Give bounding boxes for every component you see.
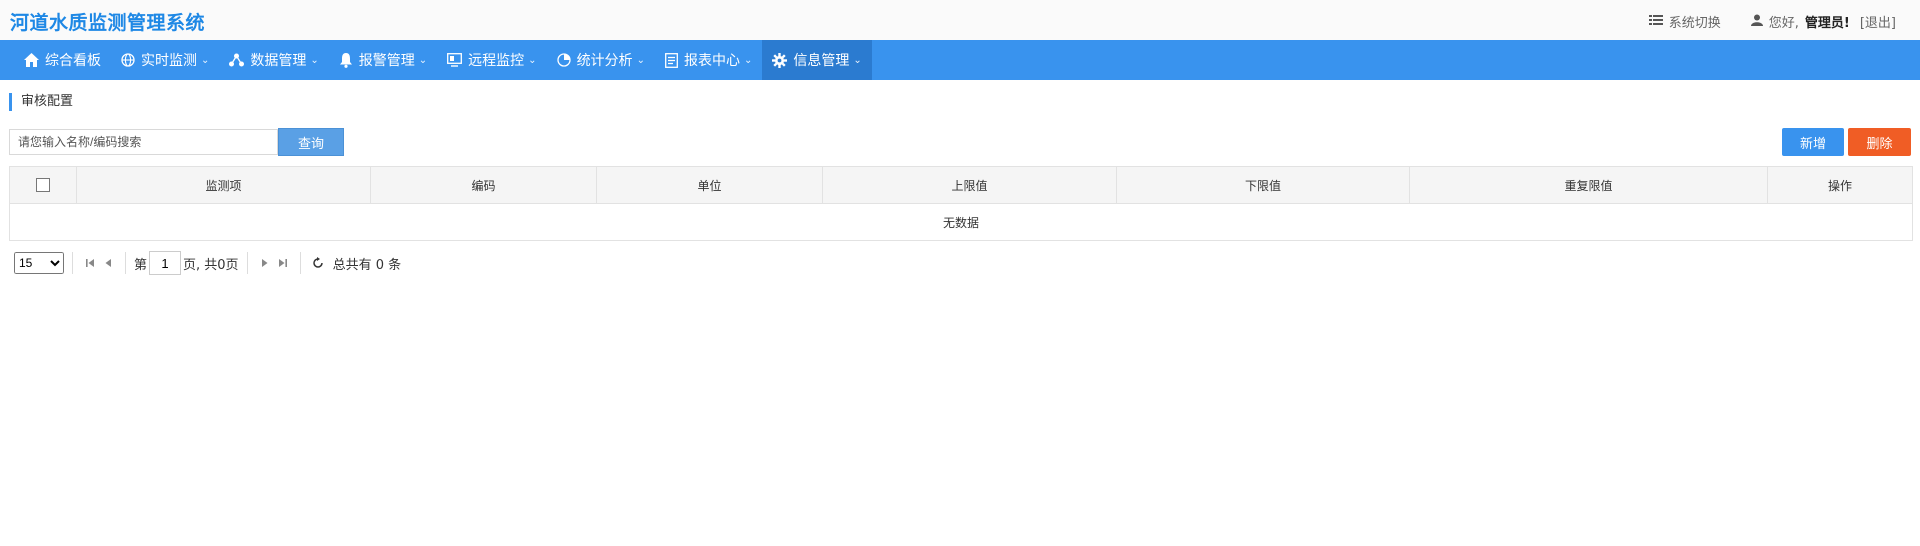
table-body: 无数据 [9,203,1913,241]
monitor-icon [447,53,463,67]
last-page-icon[interactable] [274,253,292,273]
system-switch-button[interactable]: 系统切换 [1648,12,1721,31]
user-info: 您好, 管理员! [1750,12,1850,31]
main-nav: 综合看板 实时监测 ⌄ 数据管理 ⌄ 报警管理 ⌄ 远程监控 ⌄ 统计分析 ⌄ … [0,40,1920,80]
nav-item-data[interactable]: 数据管理 ⌄ [219,40,328,80]
nav-item-label: 综合看板 [45,53,101,69]
pager-divider [299,252,301,274]
user-icon [1750,14,1763,30]
report-icon [665,52,678,68]
home-icon [24,53,39,67]
page-prefix: 第 [134,257,148,273]
page-size-select[interactable]: 15 [14,252,64,274]
query-button[interactable]: 查询 [278,128,344,156]
add-button[interactable]: 新增 [1782,128,1844,156]
select-all-cell [9,166,77,204]
delete-button[interactable]: 删除 [1848,128,1911,156]
data-table: 监测项 编码 单位 上限值 下限值 重复限值 操作 无数据 [9,166,1913,241]
nav-item-label: 数据管理 [250,53,307,69]
nav-item-label: 报表中心 [683,53,740,69]
nav-item-label: 统计分析 [576,53,633,69]
column-header[interactable]: 下限值 [1116,166,1410,204]
nav-item-dashboard[interactable]: 综合看板 [14,40,111,80]
nav-item-label: 信息管理 [793,53,850,69]
column-header[interactable]: 重复限值 [1409,166,1768,204]
empty-row: 无数据 [9,203,1913,241]
pagination: 15 第 页, 共0页 总共有 0 条 [14,250,401,276]
chevron-down-icon: ⌄ [418,54,428,66]
page-number-input[interactable] [149,251,182,275]
pager-divider [72,252,73,274]
nav-item-info[interactable]: 信息管理 ⌄ [762,40,872,80]
pager-divider [125,252,126,274]
logout-link[interactable]: [退出] [1860,12,1896,31]
app-title: 河道水质监测管理系统 [10,12,206,34]
bell-icon [339,52,353,68]
table-header: 监测项 编码 单位 上限值 下限值 重复限值 操作 [9,166,1913,204]
nav-item-alarm[interactable]: 报警管理 ⌄ [329,40,437,80]
chevron-down-icon: ⌄ [853,54,862,66]
chevron-down-icon: ⌄ [636,54,645,66]
prev-page-icon[interactable] [99,253,117,273]
chevron-down-icon: ⌄ [201,54,210,66]
nav-item-label: 报警管理 [358,53,415,69]
share-nodes-icon [229,53,245,67]
user-name: 管理员! [1804,16,1850,31]
page-title: 审核配置 [9,93,73,111]
globe-icon [121,53,135,67]
column-header[interactable]: 编码 [370,166,597,204]
chevron-down-icon: ⌄ [743,54,753,66]
chevron-down-icon: ⌄ [528,54,537,66]
nav-item-stats[interactable]: 统计分析 ⌄ [547,40,655,80]
header-actions: 系统切换 您好, 管理员! [退出] [1619,12,1896,31]
next-page-icon[interactable] [256,253,274,273]
list-icon [1648,14,1663,30]
refresh-icon[interactable] [309,253,327,273]
first-page-icon[interactable] [81,253,99,273]
empty-message: 无数据 [9,203,1913,241]
chevron-down-icon: ⌄ [310,54,319,66]
gear-icon [772,52,788,68]
select-all-checkbox[interactable] [36,178,50,193]
greeting-text: 您好, [1768,16,1799,31]
column-header[interactable]: 单位 [596,166,823,204]
nav-items: 综合看板 实时监测 ⌄ 数据管理 ⌄ 报警管理 ⌄ 远程监控 ⌄ 统计分析 ⌄ … [14,40,872,80]
nav-item-label: 远程监控 [468,53,525,69]
nav-item-label: 实时监测 [141,53,197,69]
search-input[interactable] [9,129,278,155]
nav-item-remote[interactable]: 远程监控 ⌄ [437,40,546,80]
page-suffix: 页, 共0页 [183,257,239,273]
column-header: 操作 [1767,166,1913,204]
column-header[interactable]: 上限值 [822,166,1117,204]
nav-item-realtime[interactable]: 实时监测 ⌄ [111,40,219,80]
system-switch-label: 系统切换 [1668,16,1721,31]
top-header: 河道水质监测管理系统 系统切换 您好, 管理员! [退出] [0,0,1920,41]
pager-divider [246,252,248,274]
total-count-text: 总共有 0 条 [332,257,402,273]
pie-chart-icon [556,53,571,67]
nav-item-reports[interactable]: 报表中心 ⌄ [655,40,762,80]
column-header[interactable]: 监测项 [76,166,371,204]
